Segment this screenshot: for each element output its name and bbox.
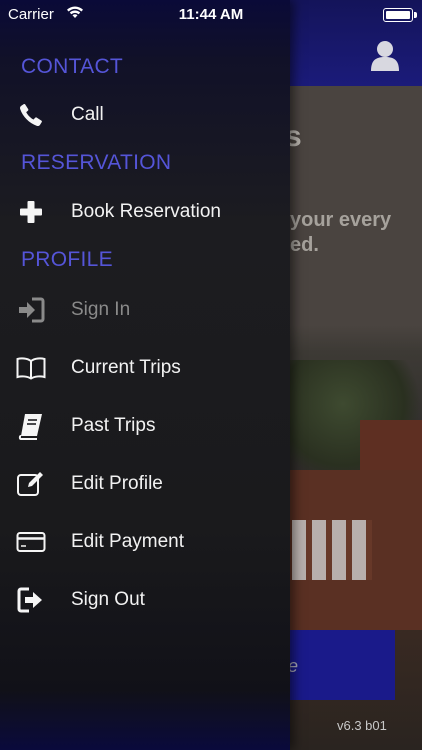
background-windows xyxy=(292,520,372,580)
user-profile-icon[interactable] xyxy=(370,40,400,72)
menu-item-past-trips[interactable]: Past Trips xyxy=(0,401,290,449)
menu-item-sign-in-label: Sign In xyxy=(71,299,131,320)
battery-tip xyxy=(414,12,417,18)
menu-item-edit-profile-label: Edit Profile xyxy=(71,473,163,494)
battery-icon xyxy=(383,8,413,22)
section-header-reservation: RESERVATION xyxy=(21,151,172,174)
open-book-icon xyxy=(16,353,46,383)
status-bar: Carrier 11:44 AM xyxy=(0,0,422,30)
menu-item-edit-payment[interactable]: Edit Payment xyxy=(0,517,290,565)
sign-in-icon xyxy=(16,295,46,325)
menu-item-edit-profile[interactable]: Edit Profile xyxy=(0,459,290,507)
menu-item-call[interactable]: Call xyxy=(0,90,290,138)
menu-item-sign-out[interactable]: Sign Out xyxy=(0,575,290,623)
edit-icon xyxy=(16,469,46,499)
phone-icon xyxy=(16,100,46,130)
menu-item-edit-payment-label: Edit Payment xyxy=(71,531,184,552)
menu-item-current-trips-label: Current Trips xyxy=(71,357,181,378)
menu-item-sign-out-label: Sign Out xyxy=(71,589,145,610)
menu-item-call-label: Call xyxy=(71,104,104,125)
side-drawer-menu: CONTACT Call RESERVATION Book Reservatio… xyxy=(0,0,290,750)
clock-label: 11:44 AM xyxy=(178,6,244,23)
closed-book-icon xyxy=(16,411,46,441)
section-header-profile: PROFILE xyxy=(21,248,113,271)
menu-item-book-reservation-label: Book Reservation xyxy=(71,201,221,222)
credit-card-icon xyxy=(16,527,46,557)
version-label: v6.3 b01 xyxy=(337,718,387,733)
plus-icon xyxy=(16,197,46,227)
menu-item-current-trips[interactable]: Current Trips xyxy=(0,343,290,391)
menu-item-book-reservation[interactable]: Book Reservation xyxy=(0,187,290,235)
menu-item-sign-in[interactable]: Sign In xyxy=(0,285,290,333)
menu-item-past-trips-label: Past Trips xyxy=(71,415,156,436)
sign-out-icon xyxy=(16,585,46,615)
section-header-contact: CONTACT xyxy=(21,55,124,78)
